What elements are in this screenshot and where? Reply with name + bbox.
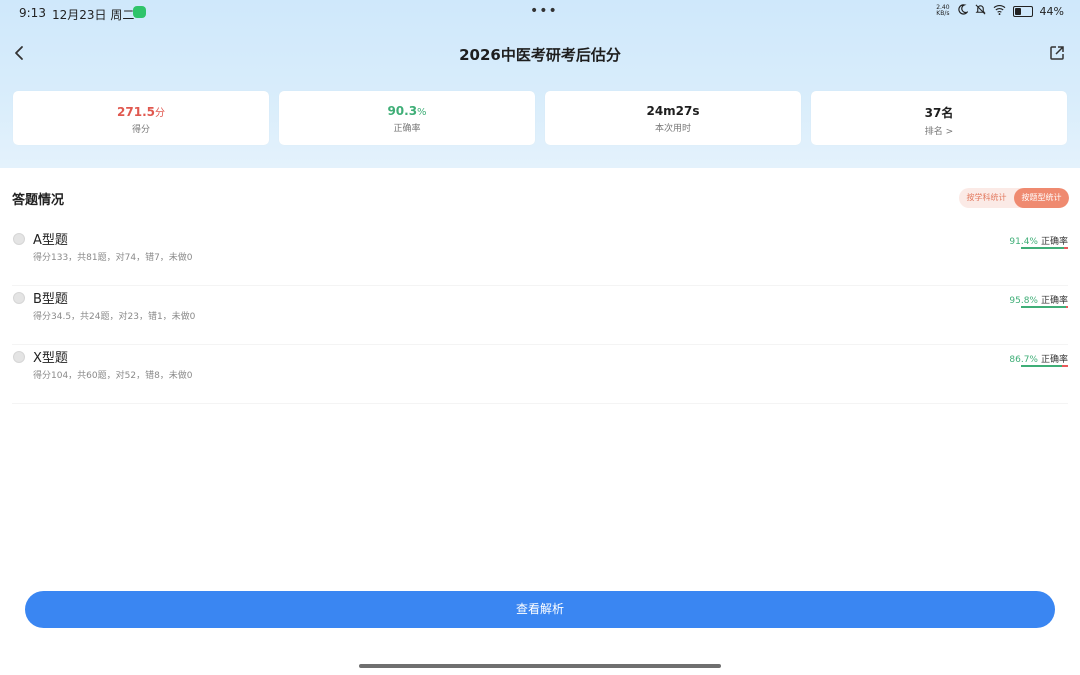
accuracy-bar [1021, 365, 1068, 367]
accuracy-rate-value: 95.8% [1009, 296, 1038, 306]
accuracy-bar [1021, 306, 1068, 308]
wifi-icon [993, 4, 1006, 18]
score-label: 得分 [131, 125, 150, 135]
time-value-line: 24m27s [545, 104, 801, 118]
accuracy-unit: % [417, 107, 427, 118]
toggle-by-question-type[interactable]: 按题型统计 [1014, 188, 1069, 208]
accuracy-value: 90.3 [387, 104, 418, 118]
radio-icon[interactable] [13, 292, 25, 304]
score-unit: 分 [154, 108, 165, 119]
accuracy-card: 90.3% 正确率 [279, 91, 535, 145]
home-indicator[interactable] [359, 664, 721, 668]
accuracy-rate-label: 正确率 [1040, 237, 1068, 247]
radio-icon[interactable] [13, 233, 25, 245]
time-value: 24m27s [646, 104, 700, 118]
score-value-line: 271.5分 [13, 104, 269, 119]
accuracy-value-line: 90.3% [279, 104, 535, 118]
network-speed: 2.40 KB/s [936, 5, 949, 17]
accuracy-rate: 95.8% 正确率 [1009, 293, 1068, 306]
question-type-detail: 得分133，共81题，对74，错7，未做0 [33, 253, 193, 263]
accuracy-label: 正确率 [393, 124, 421, 134]
rank-card[interactable]: 37名 排名 > [811, 91, 1067, 145]
score-value: 271.5 [117, 105, 155, 119]
accuracy-bar-fill [1021, 306, 1067, 308]
accuracy-rate-label: 正确率 [1040, 355, 1068, 365]
wechat-notification-icon [133, 6, 146, 18]
accuracy-rate: 91.4% 正确率 [1009, 234, 1068, 247]
accuracy-rate-value: 86.7% [1009, 355, 1038, 365]
share-button[interactable] [1044, 40, 1070, 66]
section-title: 答题情况 [12, 193, 65, 208]
battery-percentage: 44% [1039, 4, 1064, 18]
rank-link[interactable]: 排名 > [811, 124, 1067, 137]
question-type-row[interactable]: X型题 得分104，共60题，对52，错8，未做0 86.7% 正确率 [0, 345, 1080, 404]
rank-value: 37名 [924, 106, 954, 120]
moon-icon [957, 4, 969, 18]
question-type-row[interactable]: B型题 得分34.5，共24题，对23，错1，未做0 95.8% 正确率 [0, 286, 1080, 345]
view-analysis-button[interactable]: 查看解析 [25, 591, 1055, 628]
status-date: 12月23日 周二 [52, 8, 135, 22]
score-card: 271.5分 得分 [13, 91, 269, 145]
time-card: 24m27s 本次用时 [545, 91, 801, 145]
share-icon [1050, 46, 1064, 60]
radio-icon[interactable] [13, 351, 25, 363]
navigation-bar: 2026中医考研考后估分 [0, 36, 1080, 72]
question-type-name: X型题 [33, 351, 68, 366]
accuracy-bar-fill [1021, 365, 1062, 367]
question-type-name: B型题 [33, 292, 68, 307]
more-dots-icon[interactable]: ••• [530, 3, 558, 19]
question-type-name: A型题 [33, 233, 68, 248]
question-type-detail: 得分104，共60题，对52，错8，未做0 [33, 371, 193, 381]
time-label: 本次用时 [654, 124, 691, 134]
battery-icon [1012, 5, 1033, 17]
question-type-detail: 得分34.5，共24题，对23，错1，未做0 [33, 312, 196, 322]
mute-bell-icon [975, 4, 986, 18]
rank-value-line: 37名 [811, 104, 1067, 121]
status-bar: 9:13 12月23日 周二 ••• 2.40 KB/s 44% [0, 0, 1080, 26]
status-time: 9:13 [19, 6, 46, 20]
accuracy-rate-value: 91.4% [1009, 237, 1038, 247]
row-divider [12, 403, 1068, 404]
accuracy-rate: 86.7% 正确率 [1009, 352, 1068, 365]
accuracy-rate-label: 正确率 [1040, 296, 1068, 306]
status-right-group: 2.40 KB/s 44% [936, 4, 1064, 18]
accuracy-bar [1021, 247, 1068, 249]
accuracy-bar-fill [1021, 247, 1064, 249]
stat-mode-toggle[interactable]: 按学科统计 按题型统计 [959, 188, 1069, 208]
network-speed-unit: KB/s [936, 10, 950, 17]
page-title: 2026中医考研考后估分 [459, 46, 621, 64]
toggle-by-subject[interactable]: 按学科统计 [959, 188, 1014, 208]
question-type-row[interactable]: A型题 得分133，共81题，对74，错7，未做0 91.4% 正确率 [0, 227, 1080, 286]
